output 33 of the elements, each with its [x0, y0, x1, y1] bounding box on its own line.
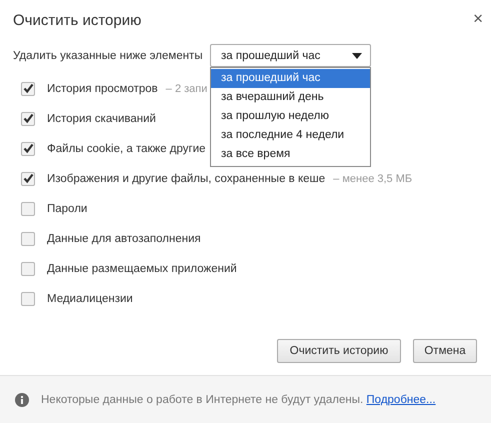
clear-history-button[interactable]: Очистить историю — [277, 339, 401, 363]
checkbox-label: Изображения и другие файлы, сохраненные в кеше — [47, 172, 326, 184]
info-icon — [15, 392, 29, 406]
footer-note: Некоторые данные о работе в Интернете не будут удалены. Подробнее... — [41, 394, 436, 406]
dialog-title: Очистить историю — [13, 12, 142, 29]
close-button[interactable]: × — [471, 10, 485, 27]
checkbox-label: История просмотров — [47, 82, 158, 94]
checkbox[interactable] — [21, 292, 35, 306]
item-detail: – 2 запи — [166, 82, 208, 94]
checkbox[interactable] — [21, 82, 35, 96]
dropdown-option[interactable]: за все время — [211, 145, 370, 164]
more-link[interactable]: Подробнее... — [366, 394, 436, 406]
checkbox-label: Пароли — [47, 202, 88, 214]
checkbox-label: Данные для автозаполнения — [47, 232, 201, 244]
checkbox-label: Данные размещаемых приложений — [47, 262, 237, 274]
checkbox-label: Медиалицензии — [47, 292, 133, 304]
range-label: Удалить указанные ниже элементы — [13, 50, 204, 62]
dropdown-option[interactable]: за последние 4 недели — [211, 126, 370, 145]
checkbox-label: История скачиваний — [47, 112, 156, 124]
checkbox[interactable] — [21, 202, 35, 216]
item-detail: – менее 3,5 МБ — [333, 172, 412, 184]
dropdown-option[interactable]: за вчерашний день — [211, 88, 370, 107]
caret-icon — [352, 52, 362, 58]
checkbox[interactable] — [21, 142, 35, 156]
cancel-button[interactable]: Отмена — [413, 339, 477, 363]
checkbox[interactable] — [21, 112, 35, 126]
checkbox[interactable] — [21, 172, 35, 186]
dropdown-option[interactable]: за прошлую неделю — [211, 107, 370, 126]
checkbox[interactable] — [21, 232, 35, 246]
dropdown-option[interactable]: за прошедший час — [211, 69, 370, 88]
range-dropdown[interactable]: за прошедший час — [210, 44, 371, 67]
checkbox[interactable] — [21, 262, 35, 276]
checkbox-label: Файлы cookie, а также другие — [47, 142, 206, 154]
